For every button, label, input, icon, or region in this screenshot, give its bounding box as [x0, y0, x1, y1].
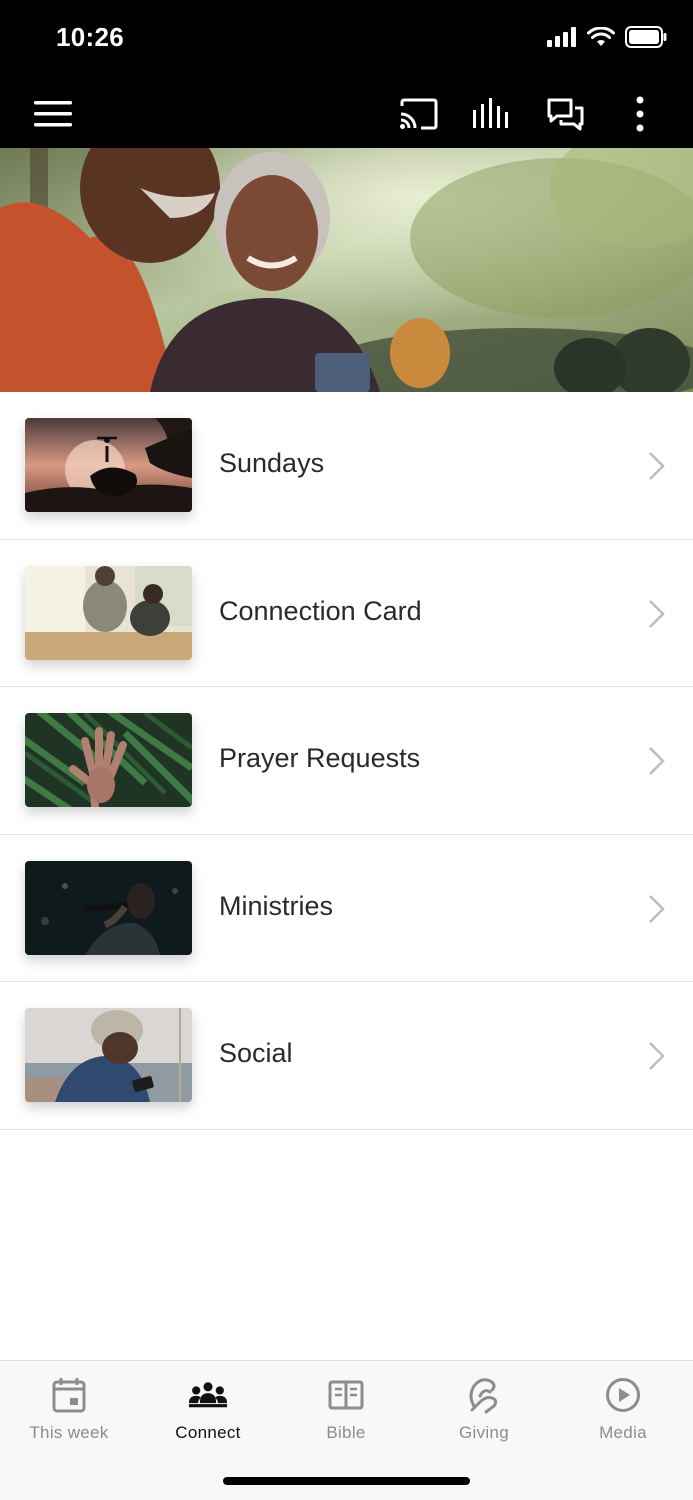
ministries-thumbnail — [25, 860, 192, 955]
chevron-right-icon — [649, 894, 665, 923]
chat-icon — [547, 98, 584, 131]
wifi-icon — [587, 27, 615, 46]
list-item-label: Social — [219, 1038, 293, 1068]
menu-button[interactable] — [29, 92, 77, 136]
audio-icon — [473, 98, 508, 128]
chevron-right-icon — [649, 1042, 665, 1070]
chat-button[interactable] — [542, 92, 590, 136]
list-item-label: Ministries — [219, 890, 334, 921]
social-thumbnail — [25, 1008, 192, 1102]
prayer-requests-thumbnail — [25, 713, 192, 807]
calendar-icon — [49, 1375, 89, 1415]
more-icon — [636, 96, 644, 132]
sundays-thumbnail — [25, 418, 192, 512]
status-time: 10:26 — [56, 22, 124, 52]
play-icon — [603, 1375, 643, 1415]
tab-connect[interactable]: Connect — [139, 1375, 277, 1445]
toolbar — [0, 80, 693, 148]
audio-button[interactable] — [468, 92, 516, 136]
tab-label: Giving — [459, 1423, 509, 1442]
tab-label: Connect — [175, 1423, 241, 1442]
connection-card-thumbnail — [25, 565, 192, 660]
list-item-label: Connection Card — [219, 595, 422, 626]
list-item-social[interactable]: Social — [0, 982, 693, 1130]
tab-bible[interactable]: Bible — [277, 1375, 415, 1445]
tab-media[interactable]: Media — [554, 1375, 692, 1445]
tab-giving[interactable]: Giving — [415, 1375, 553, 1445]
chevron-right-icon — [649, 747, 665, 775]
status-bar: 10:26 — [0, 0, 693, 80]
list-item-ministries[interactable]: Ministries — [0, 835, 693, 982]
chevron-right-icon — [649, 599, 665, 628]
home-indicator[interactable] — [223, 1477, 470, 1485]
connect-list: Sundays Connection Card Prayer Requests … — [0, 392, 693, 1130]
chevron-right-icon — [649, 452, 665, 480]
giving-icon — [464, 1375, 504, 1415]
signal-icon — [547, 27, 576, 47]
list-item-prayer-requests[interactable]: Prayer Requests — [0, 687, 693, 835]
menu-icon — [34, 101, 72, 127]
cast-button[interactable] — [395, 92, 443, 136]
list-item-sundays[interactable]: Sundays — [0, 392, 693, 540]
tab-this-week[interactable]: This week — [0, 1375, 138, 1445]
list-item-label: Prayer Requests — [219, 743, 421, 773]
tab-label: Bible — [326, 1423, 366, 1442]
more-button[interactable] — [616, 92, 664, 136]
tab-label: Media — [599, 1423, 647, 1442]
book-icon — [326, 1375, 366, 1415]
cast-icon — [400, 98, 438, 130]
people-icon — [188, 1375, 228, 1415]
list-item-label: Sundays — [219, 448, 325, 478]
battery-icon — [625, 26, 667, 48]
list-item-connection-card[interactable]: Connection Card — [0, 540, 693, 687]
tab-label: This week — [29, 1423, 109, 1442]
hero-image — [0, 148, 693, 392]
status-icons — [547, 26, 667, 48]
